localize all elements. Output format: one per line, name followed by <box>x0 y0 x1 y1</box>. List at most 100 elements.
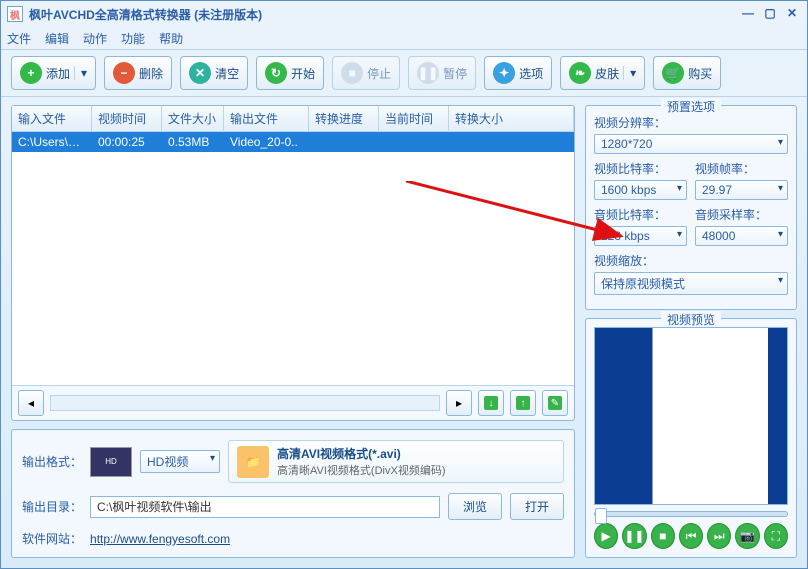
start-label: 开始 <box>291 65 315 82</box>
tools-icon: ✦ <box>493 62 515 84</box>
col-output[interactable]: 输出文件 <box>224 106 309 131</box>
cell-osize <box>449 132 574 152</box>
browse-button[interactable]: 浏览 <box>448 493 502 520</box>
fullscreen-button[interactable]: ⛶ <box>764 523 788 549</box>
move-up-button[interactable]: ↑ <box>510 390 536 416</box>
add-button[interactable]: +添加▾ <box>11 56 96 90</box>
format-category-select[interactable]: HD视频 <box>140 450 220 473</box>
scroll-left-button[interactable]: ◂ <box>18 390 44 416</box>
preview-frame <box>595 328 787 504</box>
resolution-value: 1280*720 <box>601 137 652 151</box>
file-list-header: 输入文件 视频时间 文件大小 输出文件 转换进度 当前时间 转换大小 <box>12 106 574 132</box>
format-detail-box[interactable]: 📁 高清AVI视频格式(*.avi) 高清晰AVI视频格式(DivX视频编码) <box>228 440 564 483</box>
options-button[interactable]: ✦选项 <box>484 56 552 90</box>
open-button[interactable]: 打开 <box>510 493 564 520</box>
arrow-down-icon: ↓ <box>484 396 498 410</box>
abitrate-select[interactable]: 128 kbps <box>594 226 687 246</box>
vbitrate-label: 视频比特率： <box>594 160 687 177</box>
horizontal-scrollbar[interactable] <box>50 395 440 411</box>
preview-title: 视频预览 <box>661 311 721 328</box>
start-button[interactable]: ↻开始 <box>256 56 324 90</box>
pause-label: 暂停 <box>443 65 467 82</box>
col-vtime[interactable]: 视频时间 <box>92 106 162 131</box>
menubar: 文件 编辑 动作 功能 帮助 <box>1 27 807 49</box>
options-label: 选项 <box>519 65 543 82</box>
play-button[interactable]: ▶ <box>594 523 618 549</box>
preset-group: 预置选项 视频分辨率： 1280*720 视频比特率： 1600 kbps 视频… <box>585 105 797 310</box>
video-preview[interactable] <box>594 327 788 505</box>
scale-select[interactable]: 保持原视频模式 <box>594 272 788 295</box>
close-button[interactable]: ✕ <box>783 6 801 22</box>
pause-button[interactable]: ❚❚暂停 <box>408 56 476 90</box>
pause-icon: ❚❚ <box>417 62 439 84</box>
samplerate-label: 音频采样率： <box>695 206 788 223</box>
stop-playback-button[interactable]: ■ <box>651 523 675 549</box>
file-list-rows[interactable]: C:\Users\pc\.. 00:00:25 0.53MB Video_20-… <box>12 132 574 385</box>
abitrate-label: 音频比特率： <box>594 206 687 223</box>
folder-icon: 📁 <box>237 446 269 478</box>
cell-vtime: 00:00:25 <box>92 132 162 152</box>
window-title: 枫叶AVCHD全高清格式转换器 (未注册版本) <box>29 6 735 23</box>
snapshot-button[interactable]: 📷 <box>735 523 759 549</box>
menu-action[interactable]: 动作 <box>83 30 107 47</box>
arrow-up-icon: ↑ <box>516 396 530 410</box>
resolution-select[interactable]: 1280*720 <box>594 134 788 154</box>
col-progress[interactable]: 转换进度 <box>309 106 379 131</box>
stop-label: 停止 <box>367 65 391 82</box>
cell-input: C:\Users\pc\.. <box>12 132 92 152</box>
cell-output: Video_20-0.. <box>224 132 309 152</box>
toolbar: +添加▾ −删除 ✕清空 ↻开始 ■停止 ❚❚暂停 ✦选项 ❧皮肤▾ 🛒购买 <box>1 49 807 97</box>
cart-icon: 🛒 <box>662 62 684 84</box>
scroll-right-button[interactable]: ▸ <box>446 390 472 416</box>
minus-icon: − <box>113 62 135 84</box>
delete-label: 删除 <box>139 65 163 82</box>
col-size[interactable]: 文件大小 <box>162 106 224 131</box>
website-label: 软件网站： <box>22 530 82 547</box>
next-button[interactable]: ⏭ <box>707 523 731 549</box>
website-link[interactable]: http://www.fengyesoft.com <box>90 532 230 546</box>
titlebar: 枫 枫叶AVCHD全高清格式转换器 (未注册版本) — ▢ ✕ <box>1 1 807 27</box>
maximize-button[interactable]: ▢ <box>761 6 779 22</box>
fps-select[interactable]: 29.97 <box>695 180 788 200</box>
output-panel: 输出格式： HD HD视频 📁 高清AVI视频格式(*.avi) 高清晰AVI视… <box>11 429 575 558</box>
menu-func[interactable]: 功能 <box>121 30 145 47</box>
menu-file[interactable]: 文件 <box>7 30 31 47</box>
output-format-row: 输出格式： HD HD视频 📁 高清AVI视频格式(*.avi) 高清晰AVI视… <box>22 440 564 483</box>
preview-group: 视频预览 ▶ ❚❚ ■ ⏮ ⏭ 📷 ⛶ <box>585 318 797 558</box>
col-osize[interactable]: 转换大小 <box>449 106 574 131</box>
pencil-icon: ✎ <box>548 396 562 410</box>
cell-size: 0.53MB <box>162 132 224 152</box>
format-title: 高清AVI视频格式(*.avi) <box>277 447 401 461</box>
menu-help[interactable]: 帮助 <box>159 30 183 47</box>
left-pane: 输入文件 视频时间 文件大小 输出文件 转换进度 当前时间 转换大小 C:\Us… <box>11 105 575 558</box>
pause-playback-button[interactable]: ❚❚ <box>622 523 646 549</box>
right-pane: 预置选项 视频分辨率： 1280*720 视频比特率： 1600 kbps 视频… <box>585 105 797 558</box>
move-down-button[interactable]: ↓ <box>478 390 504 416</box>
add-dropdown-icon[interactable]: ▾ <box>74 66 87 80</box>
vbitrate-select[interactable]: 1600 kbps <box>594 180 687 200</box>
clear-label: 清空 <box>215 65 239 82</box>
format-category-value: HD视频 <box>147 455 188 469</box>
menu-edit[interactable]: 编辑 <box>45 30 69 47</box>
edit-button[interactable]: ✎ <box>542 390 568 416</box>
delete-button[interactable]: −删除 <box>104 56 172 90</box>
skin-button[interactable]: ❧皮肤▾ <box>560 56 645 90</box>
fps-value: 29.97 <box>702 183 732 197</box>
output-dir-input[interactable] <box>90 496 440 518</box>
resolution-label: 视频分辨率： <box>594 114 788 131</box>
buy-button[interactable]: 🛒购买 <box>653 56 721 90</box>
prev-button[interactable]: ⏮ <box>679 523 703 549</box>
output-dir-row: 输出目录： 浏览 打开 <box>22 493 564 520</box>
stop-icon: ■ <box>341 62 363 84</box>
seek-slider[interactable] <box>594 511 788 517</box>
samplerate-select[interactable]: 48000 <box>695 226 788 246</box>
format-text: 高清AVI视频格式(*.avi) 高清晰AVI视频格式(DivX视频编码) <box>277 445 445 478</box>
table-row[interactable]: C:\Users\pc\.. 00:00:25 0.53MB Video_20-… <box>12 132 574 152</box>
file-list-panel: 输入文件 视频时间 文件大小 输出文件 转换进度 当前时间 转换大小 C:\Us… <box>11 105 575 421</box>
stop-button[interactable]: ■停止 <box>332 56 400 90</box>
col-curtime[interactable]: 当前时间 <box>379 106 449 131</box>
skin-dropdown-icon[interactable]: ▾ <box>623 66 636 80</box>
minimize-button[interactable]: — <box>739 6 757 22</box>
clear-button[interactable]: ✕清空 <box>180 56 248 90</box>
col-input[interactable]: 输入文件 <box>12 106 92 131</box>
